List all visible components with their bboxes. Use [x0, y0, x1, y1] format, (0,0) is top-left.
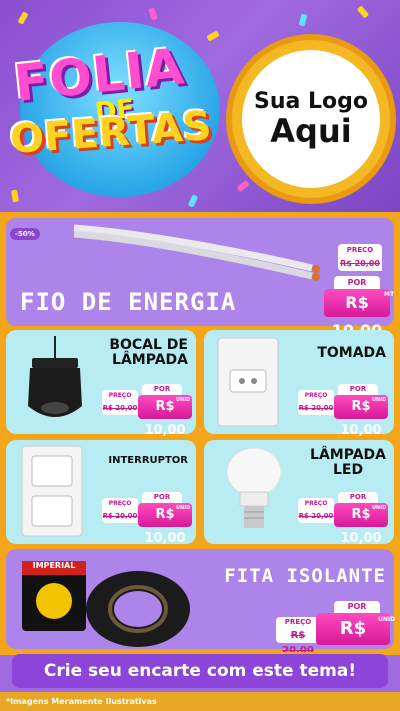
old-price: R$ 20,00 — [102, 509, 138, 523]
price-box: PREÇO R$ 20,00 POR R$ 10,00 UNID — [102, 492, 194, 546]
header-banner: FOLIA DE OFERTAS Sua Logo Aqui — [0, 0, 400, 212]
confetti — [298, 13, 308, 27]
product-card-interruptor[interactable]: INTERRUPTOR PREÇO R$ 20,00 POR R$ 10,00 … — [6, 440, 196, 546]
product-card-fio[interactable]: -50% FIO DE ENERGIA PRECO R$ 20,00 POR R… — [6, 218, 395, 340]
disclaimer: *Imagens Meramente Ilustrativas — [0, 692, 400, 711]
preco-label: PREÇO — [102, 390, 138, 401]
tape-brand: IMPERIAL — [32, 561, 76, 570]
confetti — [236, 179, 250, 193]
old-price: R$ 20,00 — [298, 401, 334, 415]
unit-label: UNID — [176, 505, 191, 511]
por-label: POR — [142, 384, 182, 395]
por-label: POR — [338, 384, 378, 395]
por-label: POR — [142, 492, 182, 503]
price-box: PREÇO R$ 20,00 POR R$ 10,00 UNID — [102, 384, 194, 438]
current-price: R$ 10,00 — [324, 289, 390, 340]
product-card-fita[interactable]: IMPERIAL FITA ISOLANTE PREÇO R$ 20,00 PO… — [6, 549, 396, 671]
outlet-image — [217, 337, 279, 427]
logo-line1: Sua Logo — [253, 88, 368, 114]
unit-label: UNID — [372, 397, 387, 403]
confetti — [11, 189, 19, 203]
preco-label: PREÇO — [298, 498, 334, 509]
product-name: FITA ISOLANTE — [224, 565, 386, 587]
product-name: FIO DE ENERGIA — [20, 288, 237, 316]
preco-label: PREÇO — [298, 390, 334, 401]
cta-banner[interactable]: Crie seu encarte com este tema! — [12, 654, 388, 688]
unit-label: MT — [384, 291, 395, 298]
wire-image — [73, 224, 320, 281]
confetti — [206, 30, 220, 42]
logo-line2: Aqui — [270, 111, 352, 150]
logo-inner: Sua Logo Aqui — [242, 50, 380, 188]
old-price: R$ 20,00 — [276, 628, 320, 656]
logo-placeholder[interactable]: Sua Logo Aqui — [232, 40, 390, 198]
preco-label: PRECO — [338, 244, 382, 257]
socket-image — [28, 336, 82, 417]
preco-label: PREÇO — [276, 617, 320, 628]
confetti — [187, 194, 199, 208]
product-card-bocal[interactable]: BOCAL DE LÂMPADA PREÇO R$ 20,00 POR R$ 1… — [6, 330, 196, 438]
product-name: LÂMPADA LED — [310, 448, 386, 477]
price-box: PRECO R$ 20,00 POR R$ 10,00 MT — [324, 244, 395, 340]
product-name-line2: LED — [332, 461, 364, 478]
product-name-line1: LÂMPADA — [310, 447, 386, 463]
por-label: POR — [334, 276, 380, 289]
price-box: PREÇO R$ 20,00 POR R$ 10,00 UNID — [274, 601, 396, 671]
unit-label: UNID — [372, 505, 387, 511]
confetti — [356, 5, 370, 19]
product-name: TOMADA — [317, 345, 386, 361]
preco-label: PREÇO — [102, 498, 138, 509]
unit-label: UNID — [378, 616, 396, 623]
product-name: INTERRUPTOR — [108, 455, 188, 466]
product-card-tomada[interactable]: TOMADA PREÇO R$ 20,00 POR R$ 10,00 UNID — [204, 330, 394, 438]
old-price: R$ 20,00 — [102, 401, 138, 415]
confetti — [148, 7, 158, 21]
product-name: BOCAL DE LÂMPADA — [109, 338, 188, 367]
confetti — [17, 11, 29, 25]
por-label: POR — [334, 601, 380, 613]
product-name-line2: LÂMPADA — [112, 351, 188, 368]
price-box: PREÇO R$ 20,00 POR R$ 10,00 UNID — [298, 384, 390, 438]
old-price: R$ 20,00 — [298, 509, 334, 523]
price-box: PREÇO R$ 20,00 POR R$ 10,00 UNID — [298, 492, 390, 546]
switch-image — [21, 445, 83, 537]
product-name-line1: BOCAL DE — [109, 337, 188, 353]
por-label: POR — [338, 492, 378, 503]
discount-badge: -50% — [10, 228, 40, 240]
unit-label: UNID — [176, 397, 191, 403]
product-card-lampada[interactable]: LÂMPADA LED PREÇO R$ 20,00 POR R$ 10,00 … — [204, 440, 394, 546]
old-price: R$ 20,00 — [338, 257, 382, 271]
bulb-image — [226, 447, 282, 528]
